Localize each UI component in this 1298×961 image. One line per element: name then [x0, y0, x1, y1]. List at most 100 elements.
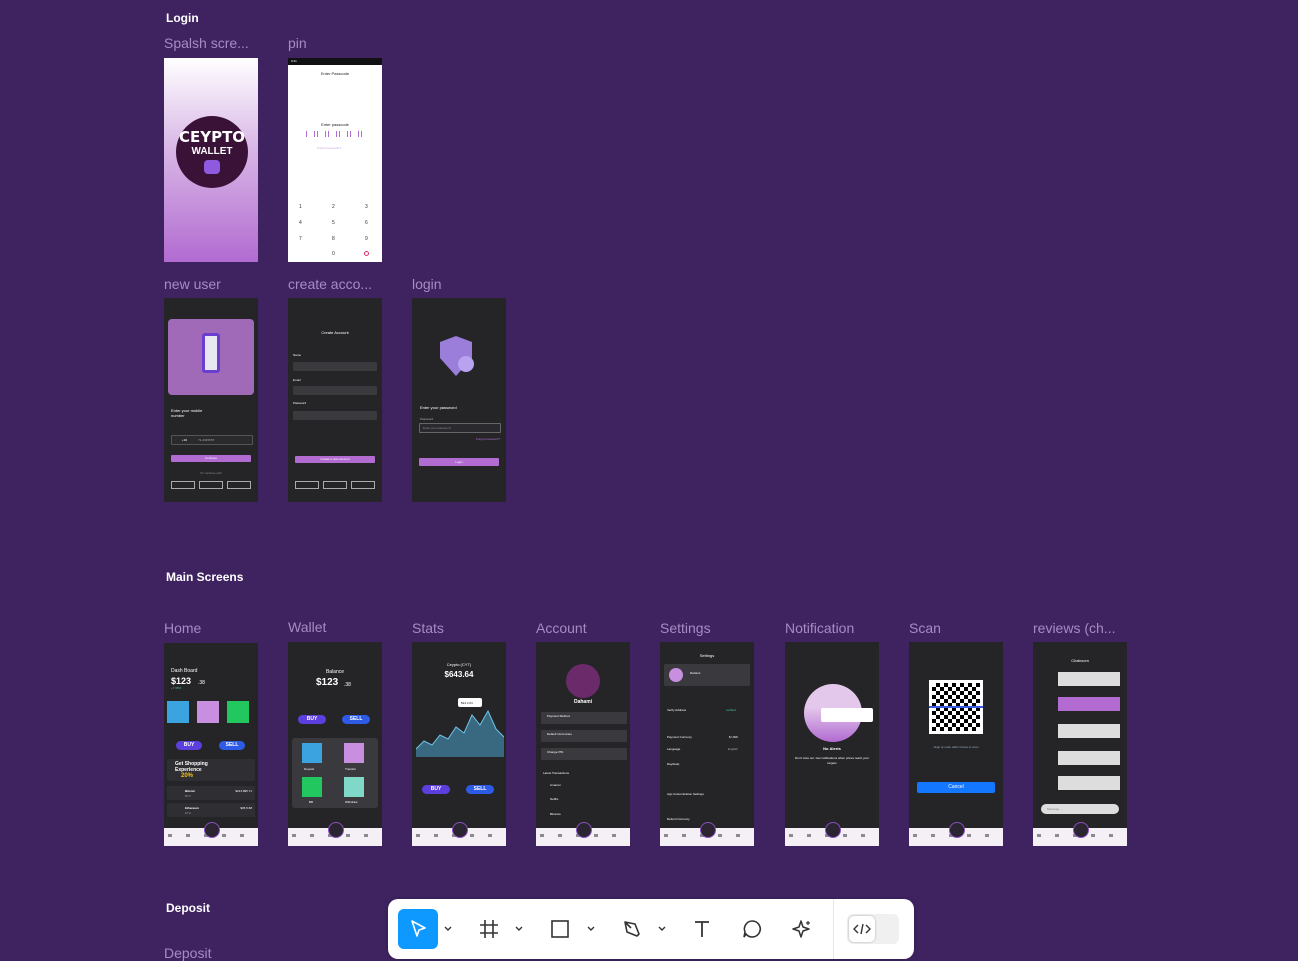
frame-scan[interactable]: Align qr code within frame to scan Cance… [909, 642, 1003, 846]
sell-button[interactable]: SELL [342, 715, 370, 724]
fab-button[interactable] [204, 822, 220, 838]
tx-netflix[interactable]: Netflix [550, 797, 558, 801]
frame-label-stats[interactable]: Stats [412, 620, 444, 636]
email-field[interactable] [293, 386, 377, 395]
fab-button[interactable] [825, 822, 841, 838]
forgot-password-link[interactable]: Forgot password? [476, 437, 500, 441]
comment-tool-button[interactable] [732, 909, 772, 949]
avatar[interactable] [566, 664, 600, 698]
refund-currency-row[interactable]: Refund Currency [667, 817, 690, 821]
frame-label-home[interactable]: Home [164, 620, 201, 636]
bottom-nav[interactable] [1033, 822, 1127, 846]
frame-settings[interactable]: Settings Dahami Verify Address verified … [660, 642, 754, 846]
facebook-button[interactable] [171, 481, 195, 489]
frame-create-account[interactable]: Create Account Name Email Password Creat… [288, 298, 382, 502]
chevron-down-icon[interactable] [657, 923, 667, 933]
bottom-nav[interactable] [164, 822, 258, 846]
backspace-icon[interactable] [364, 251, 369, 256]
pin-key-6[interactable]: 6 [365, 220, 368, 226]
frame-label-pin[interactable]: pin [288, 35, 307, 51]
payment-currency-row[interactable]: Payment Currency [667, 735, 692, 739]
bottom-nav[interactable] [660, 822, 754, 846]
frame-login[interactable]: Enter your password Password Enter your … [412, 298, 506, 502]
fab-button[interactable] [949, 822, 965, 838]
fab-button[interactable] [452, 822, 468, 838]
rectangle-tool-button[interactable] [540, 909, 580, 949]
withdraw-label[interactable]: Withdraw [345, 800, 358, 804]
buy-button[interactable]: BUY [298, 715, 326, 724]
coin-row-ethereum[interactable]: Ethereum ETH $35,5.68 [167, 803, 255, 817]
pin-key-3[interactable]: 3 [365, 204, 368, 210]
frame-new-user[interactable]: Enter your mobile number +94 71-2345678 … [164, 298, 258, 502]
login-button[interactable]: Login [419, 458, 499, 466]
frame-reviews[interactable]: Chatroom Message... [1033, 642, 1127, 846]
change-pin-row[interactable]: Change PIN [541, 748, 627, 760]
frame-home[interactable]: Dash Board $123 .38 +7.95% BUY SELL Get … [164, 643, 258, 846]
google-button[interactable] [199, 481, 223, 489]
pin-key-8[interactable]: 8 [332, 236, 335, 242]
language-row[interactable]: Language [667, 747, 680, 751]
bottom-nav[interactable] [785, 822, 879, 846]
transfer-label[interactable]: Transfer [345, 767, 356, 771]
cancel-button[interactable]: Cancel [917, 782, 995, 793]
apple-button[interactable] [227, 481, 251, 489]
frame-label-new-user[interactable]: new user [164, 276, 221, 292]
payment-method-row[interactable]: Payment Method [541, 712, 627, 724]
tx-binance[interactable]: Binance [550, 812, 561, 816]
pen-tool-button[interactable] [612, 909, 652, 949]
frame-account[interactable]: Dahami Payment Method Default Currencies… [536, 642, 630, 846]
pay-tile[interactable] [227, 701, 249, 723]
buy-button[interactable]: BUY [176, 741, 202, 750]
frame-notification[interactable]: No Alerts Don't miss out. Get notificati… [785, 642, 879, 846]
coin-row-bitcoin[interactable]: Bitcoin BTC $213,895.71 [167, 786, 255, 800]
frame-splash[interactable]: CEYPTO WALLET [164, 58, 258, 262]
fab-button[interactable] [1073, 822, 1089, 838]
frame-label-reviews[interactable]: reviews (ch... [1033, 620, 1115, 636]
phone-input[interactable]: +94 71-2345678 [171, 435, 253, 445]
dev-mode-toggle[interactable] [847, 914, 899, 944]
default-currencies-row[interactable]: Default Currencies [541, 730, 627, 742]
chevron-down-icon[interactable] [586, 923, 596, 933]
buy-button[interactable]: BUY [422, 785, 450, 794]
password-field[interactable] [293, 411, 377, 420]
name-field[interactable] [293, 362, 377, 371]
pin-key-4[interactable]: 4 [299, 220, 302, 226]
facebook-button[interactable] [295, 481, 319, 489]
pin-key-7[interactable]: 7 [299, 236, 302, 242]
fab-button[interactable] [576, 822, 592, 838]
frame-label-splash[interactable]: Spalsh scre... [164, 35, 249, 51]
fab-button[interactable] [328, 822, 344, 838]
frame-label-account[interactable]: Account [536, 620, 587, 636]
frame-label-wallet[interactable]: Wallet [288, 619, 326, 635]
fab-button[interactable] [700, 822, 716, 838]
google-button[interactable] [323, 481, 347, 489]
sell-button[interactable]: SELL [466, 785, 494, 794]
app-customization-row[interactable]: App Customization Settings [667, 792, 704, 796]
frame-pin[interactable]: 9:41 Enter Passcode Enter passcode Forgo… [288, 58, 382, 262]
continue-button[interactable]: Continue [171, 455, 251, 462]
pin-key-2[interactable]: 2 [332, 204, 335, 210]
pin-key-1[interactable]: 1 [299, 204, 302, 210]
ai-tool-button[interactable] [782, 909, 822, 949]
bottom-nav[interactable] [909, 822, 1003, 846]
tx-amazon[interactable]: Amazon [550, 783, 561, 787]
pin-key-5[interactable]: 5 [332, 220, 335, 226]
frame-label-login[interactable]: login [412, 276, 442, 292]
frame-tool-button[interactable] [469, 909, 509, 949]
password-input[interactable]: Enter your password [419, 423, 501, 433]
move-tool-button[interactable] [398, 909, 438, 949]
deposit-tile[interactable] [167, 701, 189, 723]
frame-label-settings[interactable]: Settings [660, 620, 711, 636]
deposit-label[interactable]: Deposit [304, 767, 314, 771]
sell-button[interactable]: SELL [219, 741, 245, 750]
frame-wallet[interactable]: Balance $123 .38 BUY SELL Deposit Transf… [288, 642, 382, 846]
bottom-nav[interactable] [412, 822, 506, 846]
chevron-down-icon[interactable] [443, 923, 453, 933]
frame-label-deposit[interactable]: Deposit [164, 945, 211, 961]
text-tool-button[interactable] [682, 909, 722, 949]
pin-key-9[interactable]: 9 [365, 236, 368, 242]
apple-button[interactable] [351, 481, 375, 489]
pin-key-0[interactable]: 0 [332, 251, 335, 257]
day-help-row[interactable]: Day/Help [667, 762, 679, 766]
create-account-button[interactable]: Create a new account [295, 456, 375, 463]
